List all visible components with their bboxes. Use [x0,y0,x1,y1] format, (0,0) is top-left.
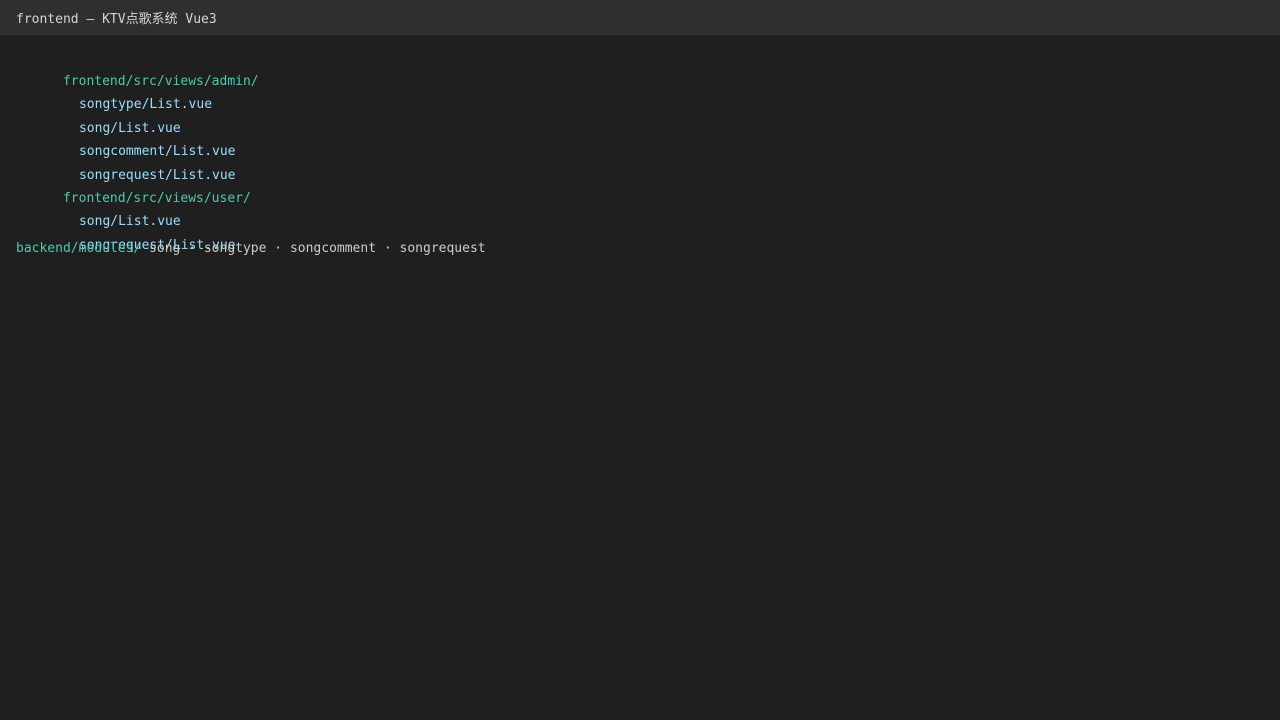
file-label: songrequest/List.vue [78,167,236,183]
tree-row-admin-songcomment[interactable]: songcomment/List.vue [16,122,1280,159]
directory-label: backend/modules/ [16,241,142,257]
tree-row-backend[interactable]: backend/modules/ song · songtype · songc… [16,239,1280,262]
backend-modules-list: song · songtype · songcomment · songrequ… [141,241,486,257]
file-label: songtype/List.vue [78,97,213,113]
file-label: songcomment/List.vue [78,144,236,160]
file-tree: frontend/src/views/admin/ songtype/List.… [0,35,1280,263]
directory-label: frontend/src/views/admin/ [62,74,259,89]
file-label: song/List.vue [78,214,181,230]
file-label: song/List.vue [78,120,181,136]
title-bar: frontend — KTV点歌系统 Vue3 [0,0,1280,35]
directory-label: frontend/src/views/user/ [62,190,251,206]
tree-row-user-songrequest[interactable]: songrequest/List.vue [16,216,1280,253]
window-title: frontend — KTV点歌系统 Vue3 [16,11,217,27]
editor-window: frontend — KTV点歌系统 Vue3 frontend/src/vie… [0,0,1280,720]
tree-row-admin-dir[interactable]: frontend/src/views/admin/ [16,52,1280,89]
